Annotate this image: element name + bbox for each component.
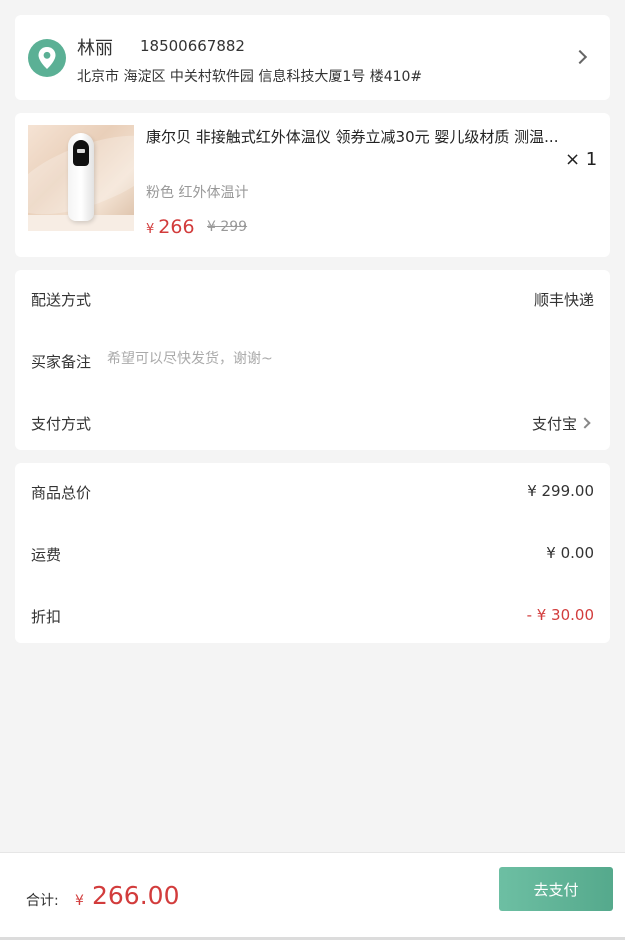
original-price: ¥ 299 [207, 219, 248, 235]
checkout-bar: 合计: ¥ 266.00 去支付 [0, 852, 625, 940]
product-price: ¥266 [146, 216, 195, 238]
product-quantity: × 1 [565, 149, 598, 170]
total-label: 合计: [26, 893, 59, 909]
shipping-label: 运费 [31, 546, 62, 564]
address-detail: 北京市 海淀区 中关村软件园 信息科技大厦1号 楼410# [77, 69, 423, 85]
total-value: 266.00 [92, 881, 180, 910]
chevron-right-icon[interactable] [572, 49, 588, 65]
recipient-name: 林丽 [77, 38, 113, 59]
remark-label: 买家备注 [31, 353, 92, 371]
delivery-label: 配送方式 [31, 291, 92, 309]
discount-value: - ¥ 30.00 [526, 606, 594, 624]
address-card[interactable]: 林丽 18500667882 北京市 海淀区 中关村软件园 信息科技大厦1号 楼… [15, 15, 610, 100]
location-pin-icon [28, 39, 66, 77]
payment-label: 支付方式 [31, 415, 92, 433]
recipient-phone: 18500667882 [140, 37, 245, 55]
delivery-value: 顺丰快递 [533, 291, 594, 309]
total-symbol: ¥ [75, 893, 84, 909]
remark-input[interactable] [107, 347, 507, 371]
price-symbol: ¥ [146, 222, 155, 237]
product-card: 康尔贝 非接触式红外体温仪 领券立减30元 婴儿级材质 测温... 粉色 红外体… [15, 113, 610, 257]
pay-button[interactable]: 去支付 [499, 867, 613, 911]
product-spec: 粉色 红外体温计 [146, 185, 249, 201]
product-image [28, 125, 134, 231]
goods-total-label: 商品总价 [31, 484, 92, 502]
chevron-right-icon[interactable] [579, 417, 591, 429]
goods-total-value: ¥ 299.00 [527, 482, 594, 500]
order-options-card: 配送方式 顺丰快递 买家备注 支付方式 支付宝 [15, 270, 610, 450]
shipping-value: ¥ 0.00 [546, 544, 594, 562]
discount-label: 折扣 [31, 608, 62, 626]
price-value: 266 [158, 216, 195, 238]
product-title: 康尔贝 非接触式红外体温仪 领券立减30元 婴儿级材质 测温... [146, 128, 559, 146]
price-summary-card: 商品总价 ¥ 299.00 运费 ¥ 0.00 折扣 - ¥ 30.00 [15, 463, 610, 643]
payment-value[interactable]: 支付宝 [532, 413, 577, 434]
